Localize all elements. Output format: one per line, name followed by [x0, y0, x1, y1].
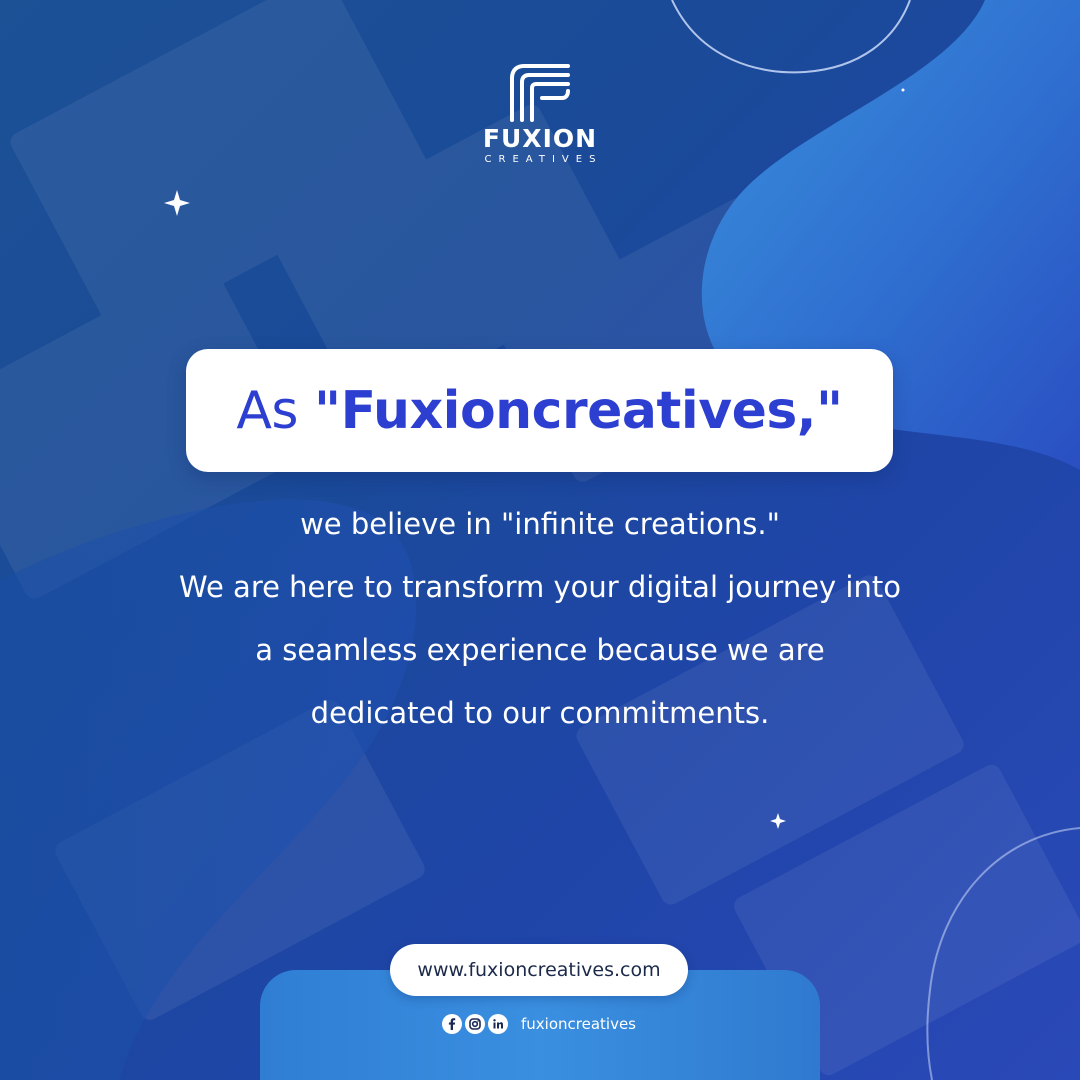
headline-card: As "Fuxioncreatives," [186, 349, 893, 472]
arc-top [671, 0, 911, 74]
instagram-icon[interactable] [465, 1014, 485, 1034]
headline: As "Fuxioncreatives," [236, 380, 843, 441]
body-text: we believe in "infinite creations." We a… [100, 493, 980, 745]
facebook-icon[interactable] [442, 1014, 462, 1034]
logo-mark-icon [510, 64, 570, 122]
headline-emphasis: "Fuxioncreatives," [314, 380, 843, 441]
headline-prefix: As [236, 380, 315, 441]
body-line: We are here to transform your digital jo… [179, 570, 901, 604]
sparkle-dot-icon [901, 88, 905, 92]
website-link[interactable]: www.fuxioncreatives.com [390, 944, 688, 996]
brand-tagline: CREATIVES [484, 154, 603, 165]
post-canvas: FUXION CREATIVES As "Fuxioncreatives," w… [0, 0, 1080, 1080]
social-row: fuxioncreatives [442, 1013, 636, 1035]
social-handle: fuxioncreatives [521, 1015, 636, 1033]
brand-name: FUXION [482, 124, 598, 153]
body-line: a seamless experience because we are [255, 633, 825, 667]
linkedin-icon[interactable] [488, 1014, 508, 1034]
brand-logo: FUXION CREATIVES [440, 62, 640, 165]
body-line: dedicated to our commitments. [310, 696, 770, 730]
body-line: we believe in "infinite creations." [300, 507, 780, 541]
